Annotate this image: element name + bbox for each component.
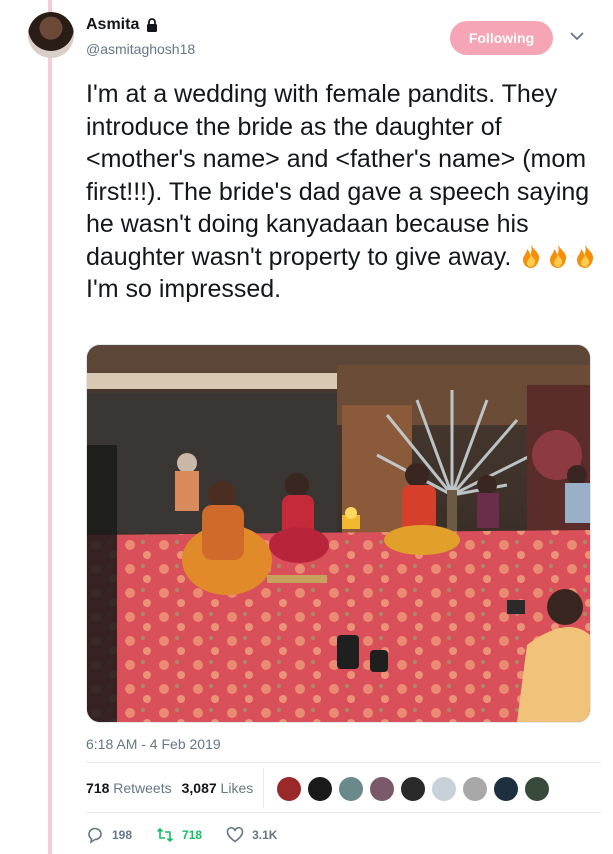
- author-row: Asmita: [86, 16, 159, 34]
- liker-avatar[interactable]: [307, 776, 333, 802]
- tweet-text-main: I'm at a wedding with female pandits. Th…: [86, 80, 590, 271]
- likes-count: 3,087: [181, 780, 217, 796]
- fire-emoji-group: [518, 243, 599, 271]
- like-button[interactable]: 3.1K: [226, 826, 277, 844]
- author-handle[interactable]: @asmitaghosh18: [86, 41, 195, 57]
- retweets-count: 718: [86, 780, 110, 796]
- stats-separator: [263, 768, 264, 808]
- divider-bottom: [86, 812, 601, 813]
- liker-avatar[interactable]: [369, 776, 395, 802]
- retweets-stat[interactable]: 718 Retweets: [86, 780, 172, 796]
- lock-icon: [147, 18, 158, 32]
- fire-icon: [523, 243, 540, 268]
- engagement-stats: 718 Retweets 3,087 Likes: [86, 780, 253, 796]
- wedding-photo-image: [87, 345, 590, 722]
- tweet-photo[interactable]: [86, 344, 591, 723]
- likes-stat[interactable]: 3,087 Likes: [182, 780, 254, 796]
- tweet-text-end: I'm so impressed.: [86, 275, 282, 303]
- liker-avatar[interactable]: [276, 776, 302, 802]
- tweet-text: I'm at a wedding with female pandits. Th…: [86, 78, 601, 306]
- tweet-timestamp[interactable]: 6:18 AM - 4 Feb 2019: [86, 736, 221, 752]
- heart-icon: [226, 826, 244, 843]
- retweet-button[interactable]: 718: [156, 826, 202, 844]
- retweet-icon: [156, 827, 174, 843]
- likes-label: Likes: [220, 780, 254, 796]
- liker-avatar[interactable]: [524, 776, 550, 802]
- chevron-down-icon[interactable]: [570, 31, 584, 41]
- reply-button[interactable]: 198: [86, 826, 132, 844]
- retweets-label: Retweets: [113, 780, 172, 796]
- author-name[interactable]: Asmita: [86, 16, 139, 34]
- following-button[interactable]: Following: [450, 21, 553, 55]
- liker-avatar[interactable]: [493, 776, 519, 802]
- divider-top: [86, 762, 601, 763]
- liker-avatar[interactable]: [462, 776, 488, 802]
- liker-avatars: [276, 776, 550, 802]
- thread-line: [48, 0, 52, 854]
- like-count: 3.1K: [252, 828, 278, 842]
- tweet-actions: 198 718 3.1K: [86, 826, 301, 844]
- retweet-count: 718: [182, 828, 203, 842]
- fire-icon: [550, 243, 567, 268]
- liker-avatar[interactable]: [400, 776, 426, 802]
- liker-avatar[interactable]: [431, 776, 457, 802]
- reply-count: 198: [112, 828, 133, 842]
- liker-avatar[interactable]: [338, 776, 364, 802]
- fire-icon: [577, 243, 594, 268]
- reply-icon: [88, 827, 102, 844]
- avatar[interactable]: [28, 12, 74, 58]
